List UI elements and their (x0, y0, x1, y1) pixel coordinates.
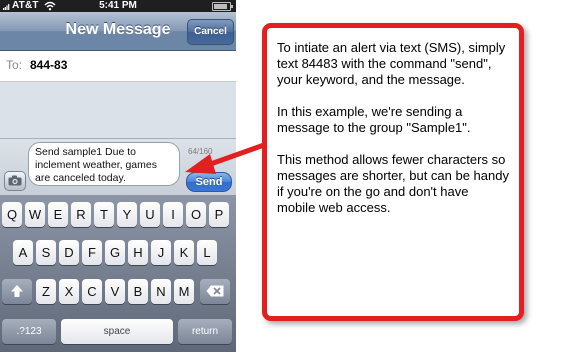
key-g[interactable]: G (105, 240, 125, 265)
camera-button[interactable] (4, 171, 26, 191)
message-input[interactable]: Send sample1 Due to inclement weather, g… (28, 142, 180, 186)
key-m[interactable]: M (174, 279, 194, 304)
compose-bar: Send sample1 Due to inclement weather, g… (0, 138, 236, 195)
key-e[interactable]: E (48, 202, 68, 227)
key-k[interactable]: K (174, 240, 194, 265)
shift-key[interactable] (2, 279, 32, 304)
key-h[interactable]: H (128, 240, 148, 265)
key-v[interactable]: V (105, 279, 125, 304)
keyboard: Q W E R T Y U I O P A S D F G H J K L Z … (0, 195, 236, 352)
status-bar: AT&T 5:41 PM (0, 0, 236, 12)
key-n[interactable]: N (151, 279, 171, 304)
key-j[interactable]: J (151, 240, 171, 265)
key-i[interactable]: I (163, 202, 183, 227)
key-u[interactable]: U (140, 202, 160, 227)
send-button[interactable]: Send (186, 172, 232, 192)
recipient-field[interactable]: To: 844-83 (0, 51, 236, 82)
key-c[interactable]: C (82, 279, 102, 304)
key-q[interactable]: Q (2, 202, 22, 227)
cancel-button[interactable]: Cancel (187, 19, 234, 45)
key-f[interactable]: F (82, 240, 102, 265)
callout-paragraph: In this example, we're sending a message… (277, 104, 471, 135)
key-o[interactable]: O (186, 202, 206, 227)
key-a[interactable]: A (13, 240, 33, 265)
conversation-area (0, 82, 236, 138)
key-w[interactable]: W (25, 202, 45, 227)
key-s[interactable]: S (36, 240, 56, 265)
key-p[interactable]: P (209, 202, 229, 227)
key-d[interactable]: D (59, 240, 79, 265)
key-z[interactable]: Z (36, 279, 56, 304)
delete-key[interactable] (200, 279, 230, 304)
key-b[interactable]: B (128, 279, 148, 304)
phone-screen: AT&T 5:41 PM New Message Cancel To: 844-… (0, 0, 236, 352)
recipient-value[interactable]: 844-83 (30, 58, 67, 72)
camera-icon (8, 175, 22, 186)
key-t[interactable]: T (94, 202, 114, 227)
return-key[interactable]: return (178, 319, 232, 344)
key-x[interactable]: X (59, 279, 79, 304)
callout-paragraph: To intiate an alert via text (SMS), simp… (277, 40, 506, 87)
instruction-callout: To intiate an alert via text (SMS), simp… (262, 23, 524, 321)
shift-arrow-icon (11, 285, 23, 297)
backspace-icon (206, 285, 224, 297)
recipient-label: To: (6, 58, 23, 72)
message-line: inclement weather, games (35, 159, 157, 171)
key-l[interactable]: L (197, 240, 217, 265)
message-line: Send sample1 Due to (35, 146, 136, 158)
space-key[interactable]: space (61, 319, 173, 344)
character-counter: 64/160 (188, 147, 213, 156)
status-time: 5:41 PM (99, 0, 137, 11)
message-line: are canceled today. (35, 172, 126, 184)
key-r[interactable]: R (71, 202, 91, 227)
key-y[interactable]: Y (117, 202, 137, 227)
callout-paragraph: This method allows fewer characters so m… (277, 152, 509, 215)
battery-icon (212, 2, 233, 11)
nav-bar: New Message Cancel (0, 12, 236, 51)
numbers-key[interactable]: .?123 (2, 319, 56, 344)
